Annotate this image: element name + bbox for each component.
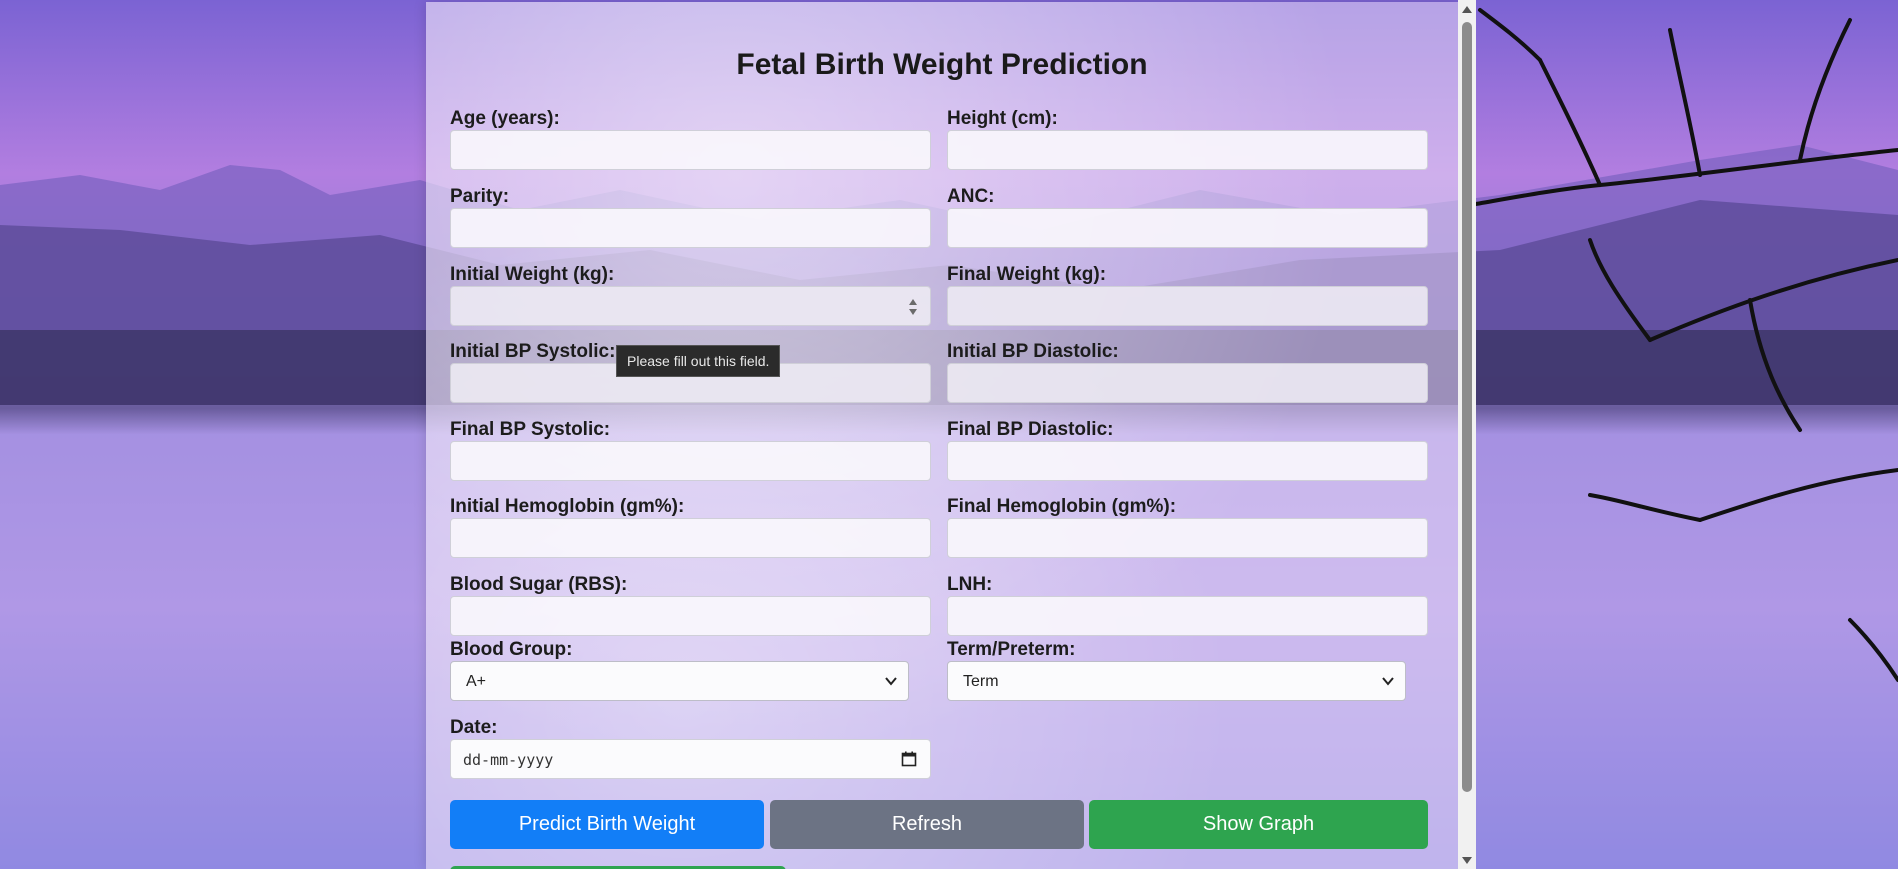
date-placeholder: dd-mm-yyyy: [463, 751, 554, 769]
parity-label: Parity:: [450, 186, 510, 207]
number-spinner-icon[interactable]: [908, 296, 918, 318]
scroll-down-icon[interactable]: [1461, 856, 1473, 866]
chevron-down-icon: [885, 677, 897, 686]
initial-bp-diastolic-label: Initial BP Diastolic:: [947, 341, 1119, 362]
height-input[interactable]: [947, 130, 1428, 170]
age-input[interactable]: [450, 130, 931, 170]
page-title: Fetal Birth Weight Prediction: [736, 48, 1148, 81]
term-select[interactable]: Term: [947, 661, 1406, 701]
validation-tooltip: Please fill out this field.: [616, 345, 781, 377]
blood-group-value: A+: [466, 673, 487, 690]
final-bp-diastolic-input[interactable]: [947, 441, 1428, 481]
final-bp-systolic-label: Final BP Systolic:: [450, 419, 611, 440]
initial-weight-input[interactable]: [450, 286, 931, 326]
initial-hemoglobin-label: Initial Hemoglobin (gm%):: [450, 496, 685, 517]
final-bp-systolic-input[interactable]: [450, 441, 931, 481]
initial-bp-diastolic-input[interactable]: [947, 363, 1428, 403]
calendar-icon[interactable]: [901, 751, 917, 767]
lnh-input[interactable]: [947, 596, 1428, 636]
term-label: Term/Preterm:: [947, 639, 1076, 660]
parity-input[interactable]: [450, 208, 931, 248]
height-label: Height (cm):: [947, 108, 1058, 129]
final-hemoglobin-label: Final Hemoglobin (gm%):: [947, 496, 1177, 517]
date-label: Date:: [450, 717, 498, 738]
age-label: Age (years):: [450, 108, 560, 129]
final-weight-input[interactable]: [947, 286, 1428, 326]
anc-label: ANC:: [947, 186, 995, 207]
initial-weight-label: Initial Weight (kg):: [450, 264, 615, 285]
blood-sugar-input[interactable]: [450, 596, 931, 636]
final-bp-diastolic-label: Final BP Diastolic:: [947, 419, 1114, 440]
blood-group-select[interactable]: A+: [450, 661, 909, 701]
initial-bp-systolic-label: Initial BP Systolic:: [450, 341, 616, 362]
show-graph-button[interactable]: Show Graph: [1089, 800, 1428, 849]
lnh-label: LNH:: [947, 574, 993, 595]
predict-button[interactable]: Predict Birth Weight: [450, 800, 764, 849]
term-value: Term: [963, 673, 999, 690]
scroll-up-icon[interactable]: [1461, 4, 1473, 14]
scrollbar-thumb[interactable]: [1462, 22, 1472, 792]
scrollbar[interactable]: [1458, 0, 1476, 869]
final-weight-label: Final Weight (kg):: [947, 264, 1107, 285]
blood-group-label: Blood Group:: [450, 639, 573, 660]
blood-sugar-label: Blood Sugar (RBS):: [450, 574, 628, 595]
date-input[interactable]: dd-mm-yyyy: [450, 739, 931, 779]
refresh-button[interactable]: Refresh: [770, 800, 1084, 849]
anc-input[interactable]: [947, 208, 1428, 248]
chevron-down-icon: [1382, 677, 1394, 686]
initial-hemoglobin-input[interactable]: [450, 518, 931, 558]
final-hemoglobin-input[interactable]: [947, 518, 1428, 558]
